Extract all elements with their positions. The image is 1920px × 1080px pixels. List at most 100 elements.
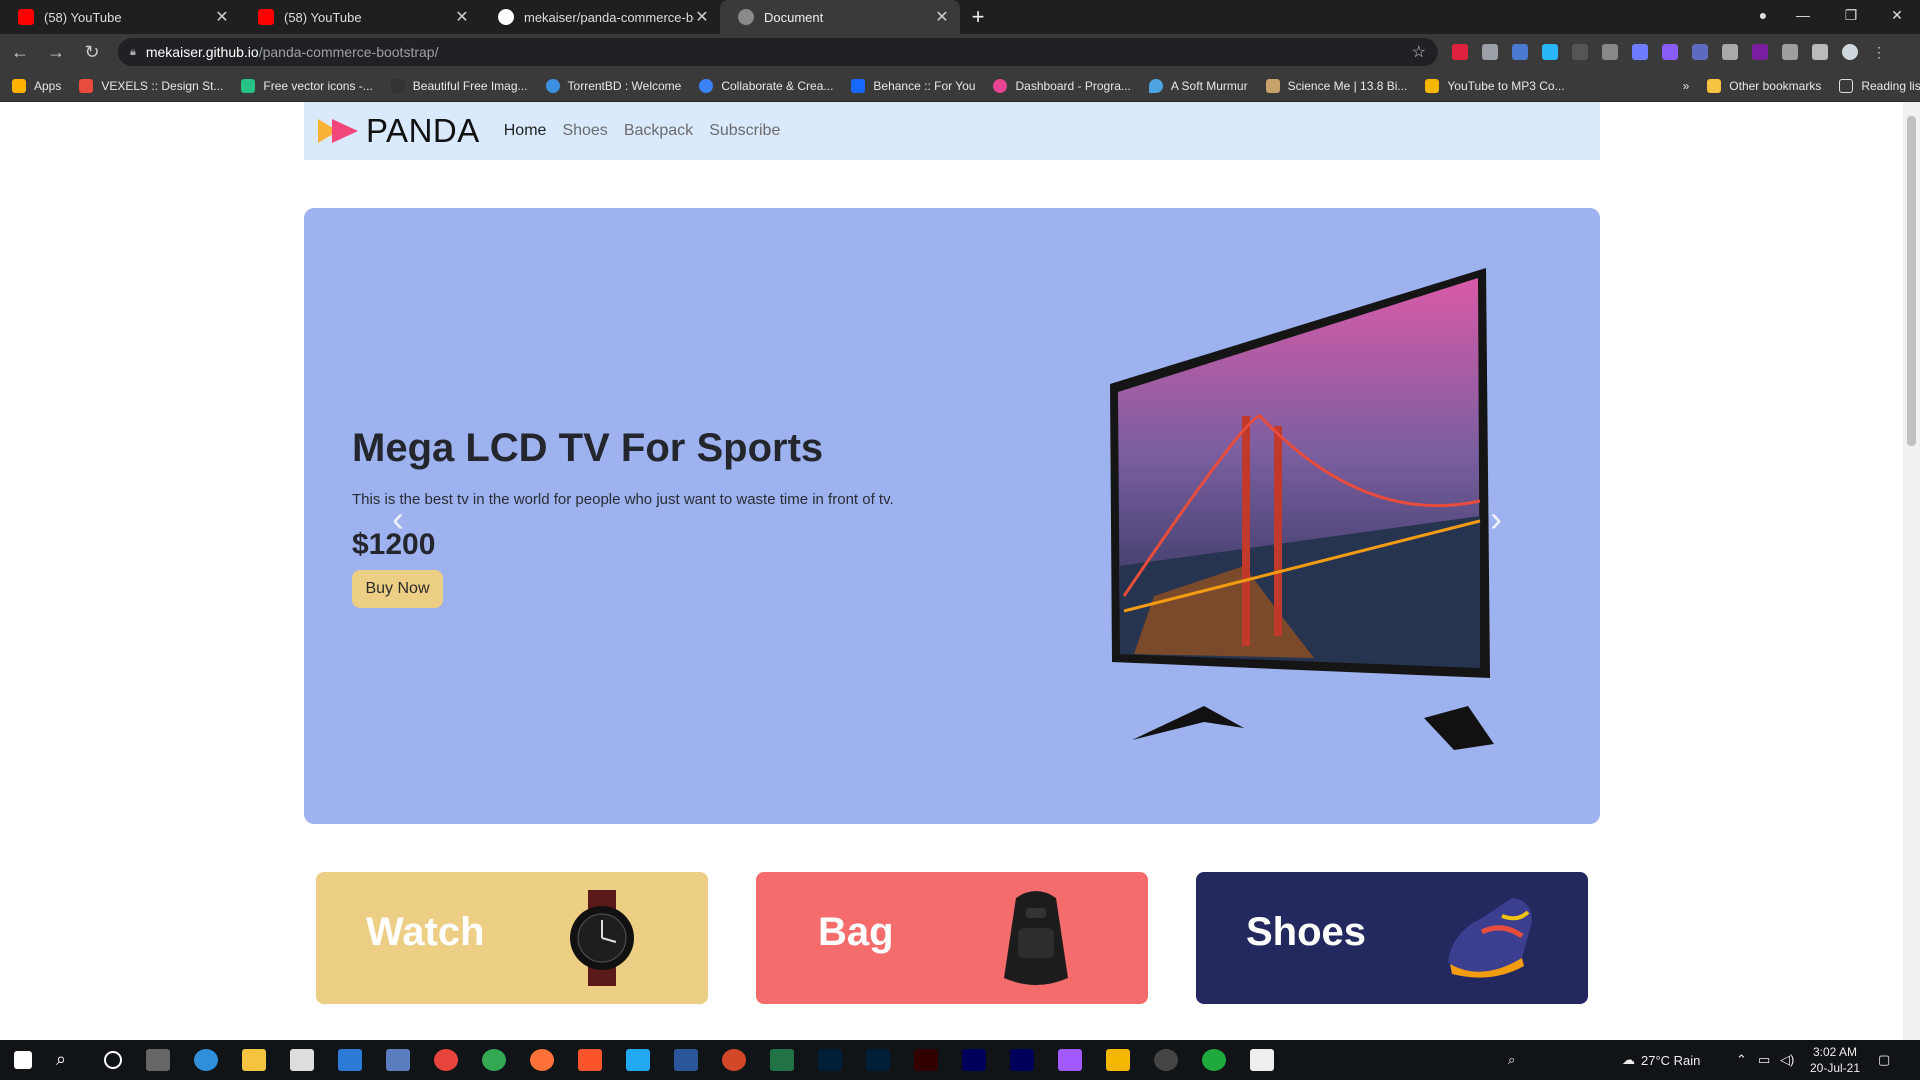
vscode-icon[interactable] (626, 1049, 650, 1071)
nav-backpack[interactable]: Backpack (624, 122, 693, 140)
bookmark-item[interactable]: Beautiful Free Imag... (390, 78, 528, 93)
bookmark-item[interactable]: A Soft Murmur (1148, 78, 1248, 93)
illustrator-icon[interactable] (914, 1049, 938, 1071)
puzzle-icon[interactable] (1812, 44, 1828, 60)
chart-extension-icon[interactable] (1692, 44, 1708, 60)
network-icon[interactable]: ▭ (1758, 1040, 1770, 1080)
browser-tab[interactable]: (58) YouTube ✕ (240, 0, 480, 34)
category-card-bag[interactable]: Bag (756, 872, 1148, 1004)
bookmark-item[interactable]: VEXELS :: Design St... (79, 78, 223, 93)
volume-icon[interactable]: ◁) (1780, 1040, 1794, 1080)
more-bookmarks-icon[interactable]: » (1683, 79, 1690, 93)
mail-icon[interactable] (338, 1049, 362, 1071)
bookmark-item[interactable]: Science Me | 13.8 Bi... (1265, 78, 1407, 93)
address-bar[interactable]: 🔒︎ mekaiser.github.io /panda-commerce-bo… (118, 38, 1438, 66)
behance-icon (851, 78, 866, 93)
bookmark-item[interactable]: TorrentBD : Welcome (545, 78, 681, 93)
camera-extension-icon[interactable] (1482, 44, 1498, 60)
reading-list-icon (1839, 78, 1854, 93)
reload-icon[interactable]: ↻ (76, 36, 108, 68)
close-tab-icon[interactable]: ✕ (694, 7, 710, 27)
adblock-extension-icon[interactable] (1452, 44, 1468, 60)
font-extension-icon[interactable] (1572, 44, 1588, 60)
tray-search-icon[interactable]: ⌕ (1508, 1040, 1515, 1080)
clock[interactable]: 3:02 AM 20-Jul-21 (1810, 1040, 1860, 1080)
bookmark-item[interactable]: Collaborate & Crea... (699, 78, 833, 93)
other-bookmarks[interactable]: Other bookmarks (1707, 78, 1821, 93)
avatar[interactable] (1842, 44, 1858, 60)
color-extension-icon[interactable] (1632, 44, 1648, 60)
check-extension-icon[interactable] (1662, 44, 1678, 60)
glasses-extension-icon[interactable] (1782, 44, 1798, 60)
task-view-icon[interactable] (146, 1049, 170, 1071)
photoshop-icon[interactable] (818, 1049, 842, 1071)
pen-extension-icon[interactable] (1602, 44, 1618, 60)
word-icon[interactable] (674, 1049, 698, 1071)
close-window-icon[interactable]: ✕ (1874, 0, 1920, 30)
network-app-icon[interactable] (386, 1049, 410, 1071)
reading-list[interactable]: Reading list (1839, 78, 1920, 93)
close-tab-icon[interactable]: ✕ (454, 7, 470, 27)
bookmark-star-icon[interactable]: ☆ (1412, 42, 1426, 62)
firefox-icon[interactable] (530, 1049, 554, 1071)
forward-icon[interactable]: → (40, 36, 72, 68)
powerpoint-icon[interactable] (722, 1049, 746, 1071)
after-effects-icon[interactable] (1010, 1049, 1034, 1071)
edge-icon[interactable] (194, 1049, 218, 1071)
app-icon[interactable] (1250, 1049, 1274, 1071)
vector-icon (241, 78, 256, 93)
page-scrollbar[interactable] (1903, 102, 1920, 1040)
nav-home[interactable]: Home (504, 122, 547, 140)
notifications-icon[interactable]: ▢ (1878, 1040, 1890, 1080)
app-icon[interactable] (1154, 1049, 1178, 1071)
nav-subscribe[interactable]: Subscribe (709, 122, 780, 140)
url-host: mekaiser.github.io (145, 44, 259, 60)
scrollbar-thumb[interactable] (1907, 116, 1916, 446)
folder-icon (1707, 78, 1722, 93)
brave-icon[interactable] (578, 1049, 602, 1071)
browser-tab[interactable]: mekaiser/panda-commerce-boo ✕ (480, 0, 720, 34)
category-title: Watch (366, 910, 485, 954)
store-icon[interactable] (290, 1049, 314, 1071)
back-icon[interactable]: ← (4, 36, 36, 68)
close-tab-icon[interactable]: ✕ (934, 7, 950, 27)
buy-now-button[interactable]: Buy Now (352, 570, 443, 608)
show-hidden-icons[interactable]: ⌃ (1736, 1040, 1747, 1080)
bookmark-label: Free vector icons -... (263, 78, 373, 93)
file-explorer-icon[interactable] (242, 1049, 266, 1071)
bookmark-item[interactable]: Behance :: For You (851, 78, 975, 93)
cortana-icon[interactable] (104, 1051, 122, 1069)
chrome-icon[interactable] (434, 1049, 458, 1071)
category-card-shoes[interactable]: Shoes (1196, 872, 1588, 1004)
lightroom-icon[interactable] (866, 1049, 890, 1071)
notes-icon[interactable] (1106, 1049, 1130, 1071)
bookmark-item[interactable]: Dashboard - Progra... (993, 78, 1131, 93)
figma-icon[interactable] (1058, 1049, 1082, 1071)
search-icon[interactable]: ⌕ (56, 1049, 80, 1071)
premiere-icon[interactable] (962, 1049, 986, 1071)
panda-logo-icon[interactable] (316, 116, 360, 146)
edit-extension-icon[interactable] (1542, 44, 1558, 60)
browser-tab-active[interactable]: Document ✕ (720, 0, 960, 34)
bookmark-apps[interactable]: Apps (12, 78, 61, 93)
kebab-menu-icon[interactable]: ⋮ (1872, 44, 1888, 60)
restore-icon[interactable]: ❐ (1828, 0, 1874, 30)
nav-shoes[interactable]: Shoes (562, 122, 607, 140)
brand-name[interactable]: PANDA (366, 112, 480, 150)
notification-extension-icon[interactable] (1752, 44, 1768, 60)
bookmark-item[interactable]: Free vector icons -... (241, 78, 373, 93)
react-extension-icon[interactable] (1722, 44, 1738, 60)
minimize-icon[interactable]: — (1780, 0, 1826, 30)
weather-widget[interactable]: ☁ 27°C Rain (1622, 1040, 1700, 1080)
new-tab-button[interactable]: + (960, 0, 996, 34)
translate-extension-icon[interactable] (1512, 44, 1528, 60)
category-card-watch[interactable]: Watch (316, 872, 708, 1004)
bookmark-item[interactable]: YouTube to MP3 Co... (1425, 78, 1565, 93)
windows-start-icon[interactable] (14, 1051, 32, 1069)
close-tab-icon[interactable]: ✕ (214, 7, 230, 27)
excel-icon[interactable] (770, 1049, 794, 1071)
app-icon[interactable] (1202, 1049, 1226, 1071)
carousel-prev-icon[interactable]: ‹ (392, 498, 404, 540)
browser-tab[interactable]: (58) YouTube ✕ (0, 0, 240, 34)
chrome-icon[interactable] (482, 1049, 506, 1071)
